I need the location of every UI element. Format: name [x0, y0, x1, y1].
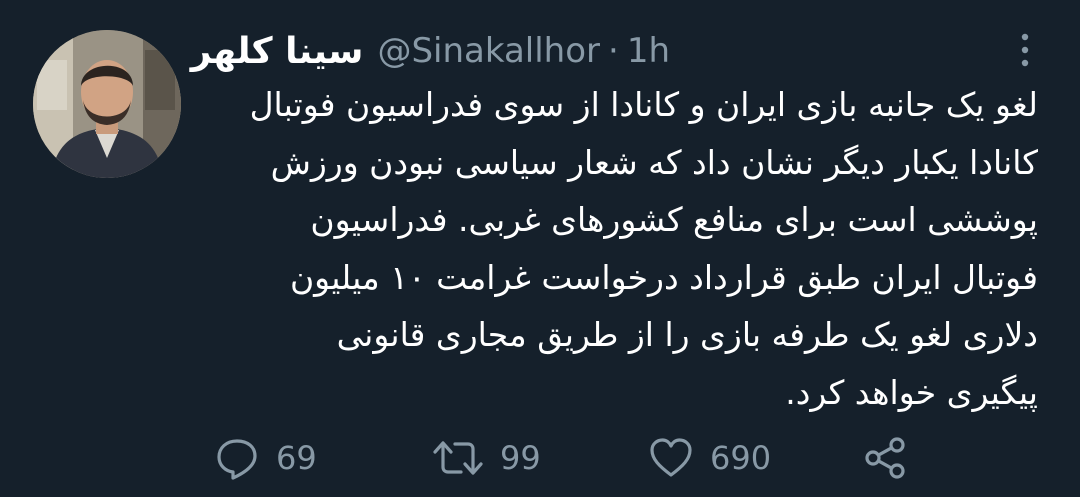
- share-button[interactable]: [862, 432, 908, 484]
- tweet-text-line: پوششی است برای منافع کشورهای غربی. فدراس…: [310, 200, 1038, 239]
- timestamp[interactable]: 1h: [627, 31, 670, 71]
- heart-icon: [650, 438, 692, 477]
- share-icon: [865, 437, 905, 479]
- tweet-text-line: دلاری لغو یک طرفه بازی را از طریق مجاری …: [336, 315, 1038, 354]
- tweet-text-line: فوتبال ایران طبق قرارداد درخواست غرامت ۱…: [289, 257, 1038, 297]
- tweet-text-line: کانادا یکبار دیگر نشان داد که شعار سیاسی…: [270, 142, 1038, 182]
- retweet-button[interactable]: 99: [432, 432, 541, 484]
- profile-photo: [33, 30, 181, 178]
- like-button[interactable]: 690: [648, 432, 771, 484]
- avatar[interactable]: [33, 30, 181, 178]
- tweet-text: لغو یک جانبه بازی ایران و کانادا از سوی …: [210, 76, 1038, 421]
- reply-icon: [217, 439, 257, 480]
- tweet-text-line: لغو یک جانبه بازی ایران و کانادا از سوی …: [249, 85, 1038, 124]
- tweet-text-line: پیگیری خواهد کرد.: [785, 372, 1038, 412]
- reply-count: 69: [276, 439, 317, 477]
- like-count: 690: [710, 439, 772, 477]
- retweet-icon: [433, 441, 483, 475]
- reply-button[interactable]: 69: [214, 432, 317, 484]
- tweet-header: سینا کلهر @Sinakallhor · 1h: [191, 26, 670, 76]
- retweet-count: 99: [500, 439, 541, 477]
- separator-dot: ·: [608, 31, 619, 71]
- display-name[interactable]: سینا کلهر: [191, 31, 364, 72]
- tweet: سینا کلهر @Sinakallhor · 1h لغو یک جانبه…: [0, 0, 1080, 497]
- action-bar: 69 99 690: [0, 432, 1080, 484]
- user-handle[interactable]: @Sinakallhor: [377, 31, 600, 71]
- more-options-icon[interactable]: [1016, 30, 1034, 70]
